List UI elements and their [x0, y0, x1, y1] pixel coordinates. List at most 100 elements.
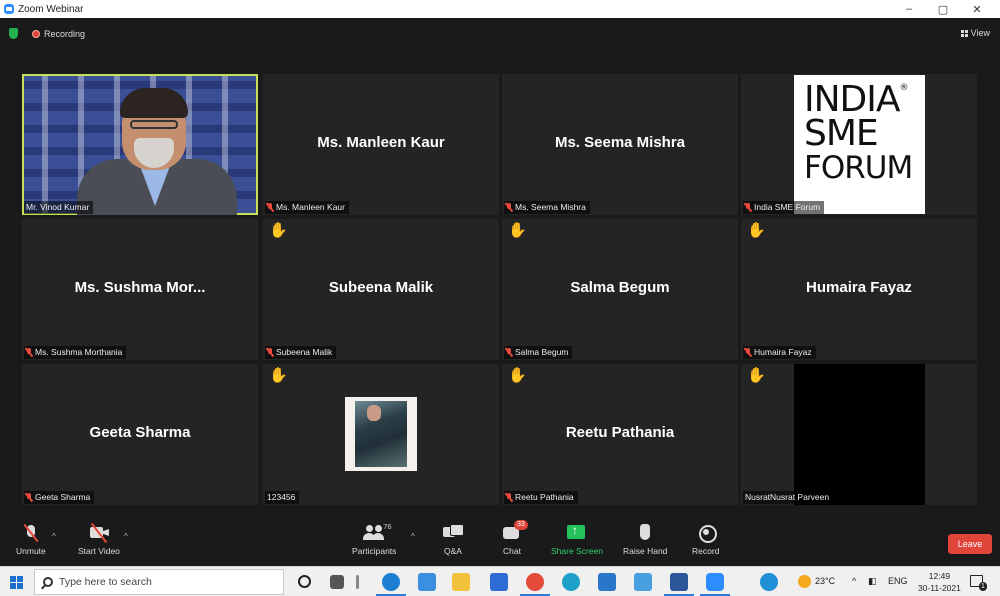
- task-view-icon[interactable]: [330, 575, 344, 589]
- restore-button[interactable]: ▢: [926, 3, 960, 16]
- leave-button[interactable]: Leave: [948, 534, 992, 554]
- mic-muted-icon: [26, 493, 32, 502]
- search-placeholder: Type here to search: [59, 576, 152, 588]
- tray-chevron-icon[interactable]: ^: [852, 576, 856, 586]
- weather-sun-icon[interactable]: [798, 575, 811, 588]
- mic-muted-icon: [745, 203, 751, 212]
- language-indicator[interactable]: ENG: [888, 576, 908, 586]
- profile-photo: [345, 397, 417, 471]
- raised-hand-icon: ✋: [747, 367, 766, 384]
- unmute-button[interactable]: Unmute: [16, 522, 46, 556]
- photos-icon[interactable]: [634, 573, 652, 591]
- taskbar-separator: [356, 575, 359, 589]
- mic-muted-icon: [506, 203, 512, 212]
- chat-icon: 33: [499, 520, 528, 544]
- zoom-taskbar-icon[interactable]: [700, 573, 730, 596]
- video-tile-india-sme-forum[interactable]: INDIA® SME FORUM India SME Forum: [741, 74, 977, 215]
- store-icon[interactable]: [490, 573, 508, 591]
- taskbar-clock[interactable]: 12:49 30-11-2021: [918, 570, 961, 594]
- share-screen-icon: [564, 522, 590, 544]
- share-screen-button[interactable]: Share Screen: [551, 522, 603, 556]
- start-video-button[interactable]: Start Video: [78, 522, 120, 556]
- participant-name-label: Reetu Pathania: [504, 491, 578, 504]
- video-tile-salma-begum[interactable]: ✋ Salma Begum Salma Begum: [502, 219, 738, 360]
- chrome-icon[interactable]: [520, 573, 550, 596]
- participant-name-label: NusratNusrat Parveen: [743, 491, 834, 504]
- participant-display-name: Ms. Manleen Kaur: [317, 134, 445, 151]
- recording-label: Recording: [44, 29, 86, 39]
- video-tile-humaira-fayaz[interactable]: ✋ Humaira Fayaz Humaira Fayaz: [741, 219, 977, 360]
- mail-icon[interactable]: [598, 573, 616, 591]
- video-tile-subeena-malik[interactable]: ✋ Subeena Malik Subeena Malik: [263, 219, 499, 360]
- dropbox-icon[interactable]: [418, 573, 436, 591]
- window-titlebar: Zoom Webinar – ▢ ✕: [0, 0, 1000, 18]
- mic-muted-icon: [26, 348, 32, 357]
- notifications-count: 1: [979, 582, 987, 591]
- participants-count: 76: [383, 522, 392, 531]
- close-button[interactable]: ✕: [960, 3, 994, 16]
- video-feed-black: [794, 364, 925, 505]
- participant-name-label: India SME Forum: [743, 201, 825, 214]
- view-button[interactable]: View: [960, 28, 990, 38]
- participants-icon: 76: [361, 522, 392, 544]
- participant-name-label: 123456: [265, 491, 300, 504]
- qa-button[interactable]: Q&A: [440, 522, 466, 556]
- participant-display-name: Humaira Fayaz: [806, 279, 912, 296]
- cortana-icon[interactable]: [298, 575, 311, 588]
- windows-taskbar: Type here to search 23°C ^ ◧ ENG 12:49 3…: [0, 566, 1000, 596]
- video-tile-geeta-sharma[interactable]: Geeta Sharma Geeta Sharma: [22, 364, 258, 505]
- participant-display-name: Ms. Seema Mishra: [554, 134, 686, 151]
- participants-button[interactable]: 76 Participants: [352, 522, 396, 556]
- participant-display-name: Ms. Sushma Mor...: [74, 279, 206, 296]
- video-tile-manleen-kaur[interactable]: Ms. Manleen Kaur Ms. Manleen Kaur: [263, 74, 499, 215]
- video-tile-vinod-kumar[interactable]: Mr. Vinod Kumar: [22, 74, 258, 215]
- participant-name-label: Geeta Sharma: [24, 491, 95, 504]
- network-icon[interactable]: ◧: [868, 576, 877, 587]
- recording-indicator[interactable]: Recording: [32, 29, 85, 39]
- video-off-icon: [86, 522, 112, 544]
- window-title: Zoom Webinar: [18, 3, 84, 15]
- video-tile-123456[interactable]: ✋ 123456: [263, 364, 499, 505]
- raise-hand-icon: [632, 522, 658, 544]
- view-label: View: [970, 28, 990, 38]
- raised-hand-icon: ✋: [269, 367, 288, 384]
- qa-icon: [440, 522, 466, 544]
- india-sme-forum-logo: INDIA® SME FORUM: [794, 75, 925, 214]
- participant-name-label: Salma Begum: [504, 346, 573, 359]
- mic-muted-icon: [506, 493, 512, 502]
- participant-name-label: Ms. Manleen Kaur: [265, 201, 349, 214]
- participants-options-caret[interactable]: ^: [411, 532, 415, 541]
- raised-hand-icon: ✋: [508, 222, 527, 239]
- video-tile-sushma-morthania[interactable]: Ms. Sushma Mor... Ms. Sushma Morthania: [22, 219, 258, 360]
- video-tile-nusrat-parveen[interactable]: ✋ NusratNusrat Parveen: [741, 364, 977, 505]
- video-tile-reetu-pathania[interactable]: ✋ Reetu Pathania Reetu Pathania: [502, 364, 738, 505]
- chat-button[interactable]: 33 Chat: [499, 520, 528, 556]
- participant-display-name: Reetu Pathania: [565, 424, 675, 441]
- video-tile-seema-mishra[interactable]: Ms. Seema Mishra Ms. Seema Mishra: [502, 74, 738, 215]
- minimize-button[interactable]: –: [892, 3, 926, 15]
- mic-muted-icon: [506, 348, 512, 357]
- mic-muted-icon: [18, 522, 44, 544]
- participant-name-label: Humaira Fayaz: [743, 346, 816, 359]
- video-options-caret[interactable]: ^: [124, 532, 128, 541]
- tray-app-icon[interactable]: [760, 573, 778, 591]
- mic-muted-icon: [267, 203, 273, 212]
- raise-hand-button[interactable]: Raise Hand: [623, 522, 667, 556]
- edge-browser-icon[interactable]: [376, 573, 406, 596]
- file-explorer-icon[interactable]: [452, 573, 470, 591]
- audio-options-caret[interactable]: ^: [52, 532, 56, 541]
- windows-start-icon[interactable]: [10, 576, 23, 589]
- chat-unread-badge: 33: [514, 520, 528, 530]
- raised-hand-icon: ✋: [269, 222, 288, 239]
- word-icon[interactable]: [664, 573, 694, 596]
- shield-icon[interactable]: [9, 28, 18, 39]
- weather-temperature[interactable]: 23°C: [815, 576, 835, 586]
- record-button[interactable]: Record: [692, 522, 719, 556]
- app-icon[interactable]: [562, 573, 580, 591]
- taskbar-search-box[interactable]: Type here to search: [34, 569, 284, 595]
- zoom-logo-icon: [4, 4, 14, 14]
- participant-name-label: Ms. Seema Mishra: [504, 201, 590, 214]
- raised-hand-icon: ✋: [747, 222, 766, 239]
- mic-muted-icon: [267, 348, 273, 357]
- participant-name-label: Mr. Vinod Kumar: [24, 201, 94, 214]
